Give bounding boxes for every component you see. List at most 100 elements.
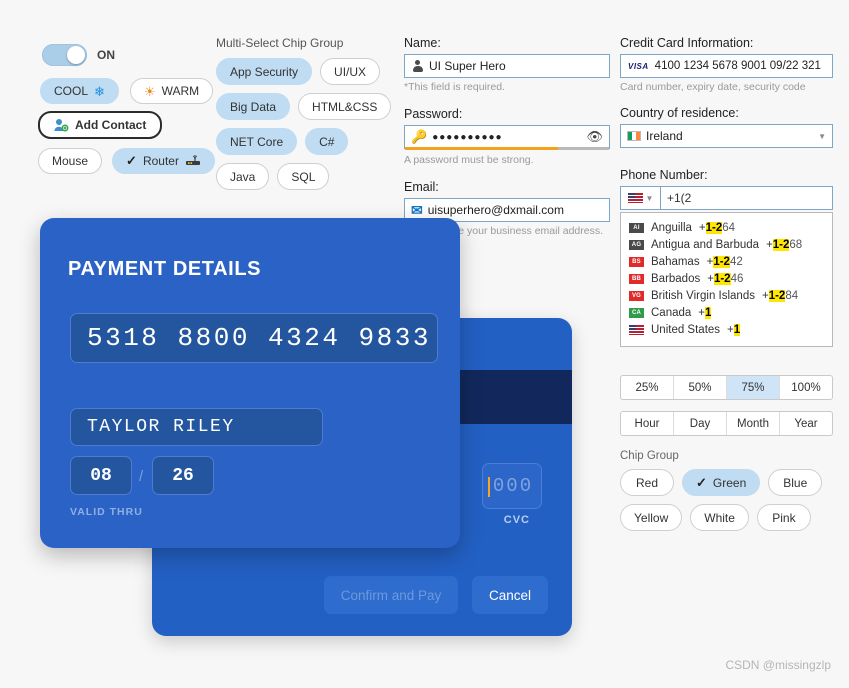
chip-router-label: Router [142,154,179,168]
chevron-down-icon[interactable]: ▼ [818,132,826,141]
chip-green[interactable]: ✓ Green [682,469,761,497]
expiry-year-input[interactable]: 26 [152,456,214,495]
list-item[interactable]: BS Bahamas +1-242 [621,253,832,270]
segment-100[interactable]: 100% [780,376,832,399]
chip-mouse-label: Mouse [52,154,89,168]
chip-app-security[interactable]: App Security [216,58,313,85]
chip-yellow[interactable]: Yellow [620,504,683,532]
list-item[interactable]: United States +1 [621,321,832,338]
segment-50[interactable]: 50% [674,376,727,400]
name-field[interactable]: UI Super Hero [404,54,610,78]
chip-mouse[interactable]: Mouse [38,148,103,174]
chip-router[interactable]: ✓ Router [112,148,215,174]
flag-united-states-icon [627,193,643,204]
flag-ireland-icon [627,131,641,142]
cancel-button[interactable]: Cancel [472,576,548,614]
name-hint: *This field is required. [404,81,505,93]
color-chip-group: Red ✓ Green Blue Yellow White Pink [620,469,833,532]
expiry-separator: / [139,468,144,485]
credit-card-value: 4100 1234 5678 9001 09/22 321 [654,60,821,72]
card-holder-input[interactable]: TAYLOR RILEY [70,408,323,446]
period-segment-group: Hour Day Month Year [620,411,833,437]
phone-number-input[interactable]: +1(2 [660,186,833,211]
flag-antigua-and-barbuda-icon: AG [629,239,644,250]
chip-label: SQL [291,169,316,184]
chip-white[interactable]: White [690,504,749,532]
chip-label: Blue [783,475,808,490]
segment-year[interactable]: Year [780,412,832,435]
chip-csharp[interactable]: C# [305,128,349,155]
add-user-icon [54,118,69,132]
phone-country-select[interactable]: ▼ [620,186,660,211]
segment-75[interactable]: 75% [727,376,780,400]
chip-html-css[interactable]: HTML&CSS [298,93,392,120]
eye-icon[interactable]: 👁 [586,129,603,145]
phone-input-row: ▼ +1(2 [620,186,833,211]
cvc-placeholder: 000 [487,475,533,497]
password-hint: A password must be strong. [404,154,534,167]
list-item[interactable]: AI Anguilla +1-264 [621,219,832,236]
list-item[interactable]: CA Canada +1 [621,304,832,321]
at-icon: ✉ [411,201,423,218]
flag-canada-icon: CA [629,307,644,318]
router-icon [185,154,201,168]
chip-java[interactable]: Java [216,163,270,190]
add-contact-button[interactable]: Add Contact [38,111,163,139]
chip-warm[interactable]: ☀ WARM [129,78,214,104]
chip-pink[interactable]: Pink [756,504,811,532]
country-select[interactable]: Ireland ▼ [620,124,833,149]
chip-sql[interactable]: SQL [277,163,330,190]
valid-thru-label: VALID THRU [70,506,143,518]
power-toggle-row: ON [42,44,115,66]
list-item[interactable]: VG British Virgin Islands +1-284 [621,287,832,304]
list-item[interactable]: AG Antigua and Barbuda +1-268 [621,236,832,253]
confirm-and-pay-button[interactable]: Confirm and Pay [324,576,458,614]
country-value: Ireland [646,129,683,144]
dial-code: +1 [698,306,712,319]
multi-select-chip-list: App Security UI/UX Big Data HTML&CSS NET… [216,58,396,190]
list-item[interactable]: BB Barbados +1-246 [621,270,832,287]
chip-warm-label: WARM [161,84,200,98]
check-icon: ✓ [696,474,707,490]
chip-label: Yellow [634,510,669,525]
payment-details-title: PAYMENT DETAILS [68,258,262,280]
name-label: Name: [404,36,441,50]
right-panel: Credit Card Information: VISA 4100 1234 … [620,36,833,532]
flag-barbados-icon: BB [629,273,644,284]
chip-cool[interactable]: COOL ❄ [40,78,119,104]
password-strength-fill [405,147,558,151]
chip-label: Pink [772,510,796,525]
chip-label: Java [230,169,256,184]
segment-month[interactable]: Month [727,412,780,436]
dial-code: +1-268 [766,238,803,251]
country-name: United States [651,323,721,336]
toggle-knob [67,46,85,64]
chip-label: UI/UX [334,64,367,79]
email-label: Email: [404,180,439,195]
check-icon: ✓ [126,153,137,168]
chip-cool-label: COOL [54,84,89,98]
expiry-month-input[interactable]: 08 [70,456,132,495]
chip-red[interactable]: Red [620,469,674,497]
text-caret [487,477,490,497]
phone-country-suggestion-list[interactable]: AI Anguilla +1-264 AG Antigua and Barbud… [620,212,833,348]
chip-group-title: Chip Group [620,450,679,463]
card-number-input[interactable]: 5318 8800 4324 9833 [70,313,438,363]
chip-net-core[interactable]: NET Core [216,128,298,155]
segment-hour[interactable]: Hour [621,412,674,436]
credit-card-field[interactable]: VISA 4100 1234 5678 9001 09/22 321 [620,54,833,78]
multi-select-chip-group: Multi-Select Chip Group App Security UI/… [216,36,396,190]
chip-big-data[interactable]: Big Data [216,93,291,120]
password-field[interactable]: 🔑 ●●●●●●●●●● 👁 [404,125,610,151]
dial-code: +1-246 [707,272,744,285]
chip-blue[interactable]: Blue [768,469,823,497]
power-toggle[interactable] [42,44,87,66]
chip-ui-ux[interactable]: UI/UX [320,58,381,85]
chip-label: White [704,510,735,525]
segment-25[interactable]: 25% [621,376,674,400]
payment-action-row: Confirm and Pay Cancel [152,576,572,614]
segment-day[interactable]: Day [674,412,727,436]
country-name: British Virgin Islands [651,289,755,302]
chip-label: App Security [230,64,299,79]
cvc-input[interactable]: 000 [482,463,542,509]
